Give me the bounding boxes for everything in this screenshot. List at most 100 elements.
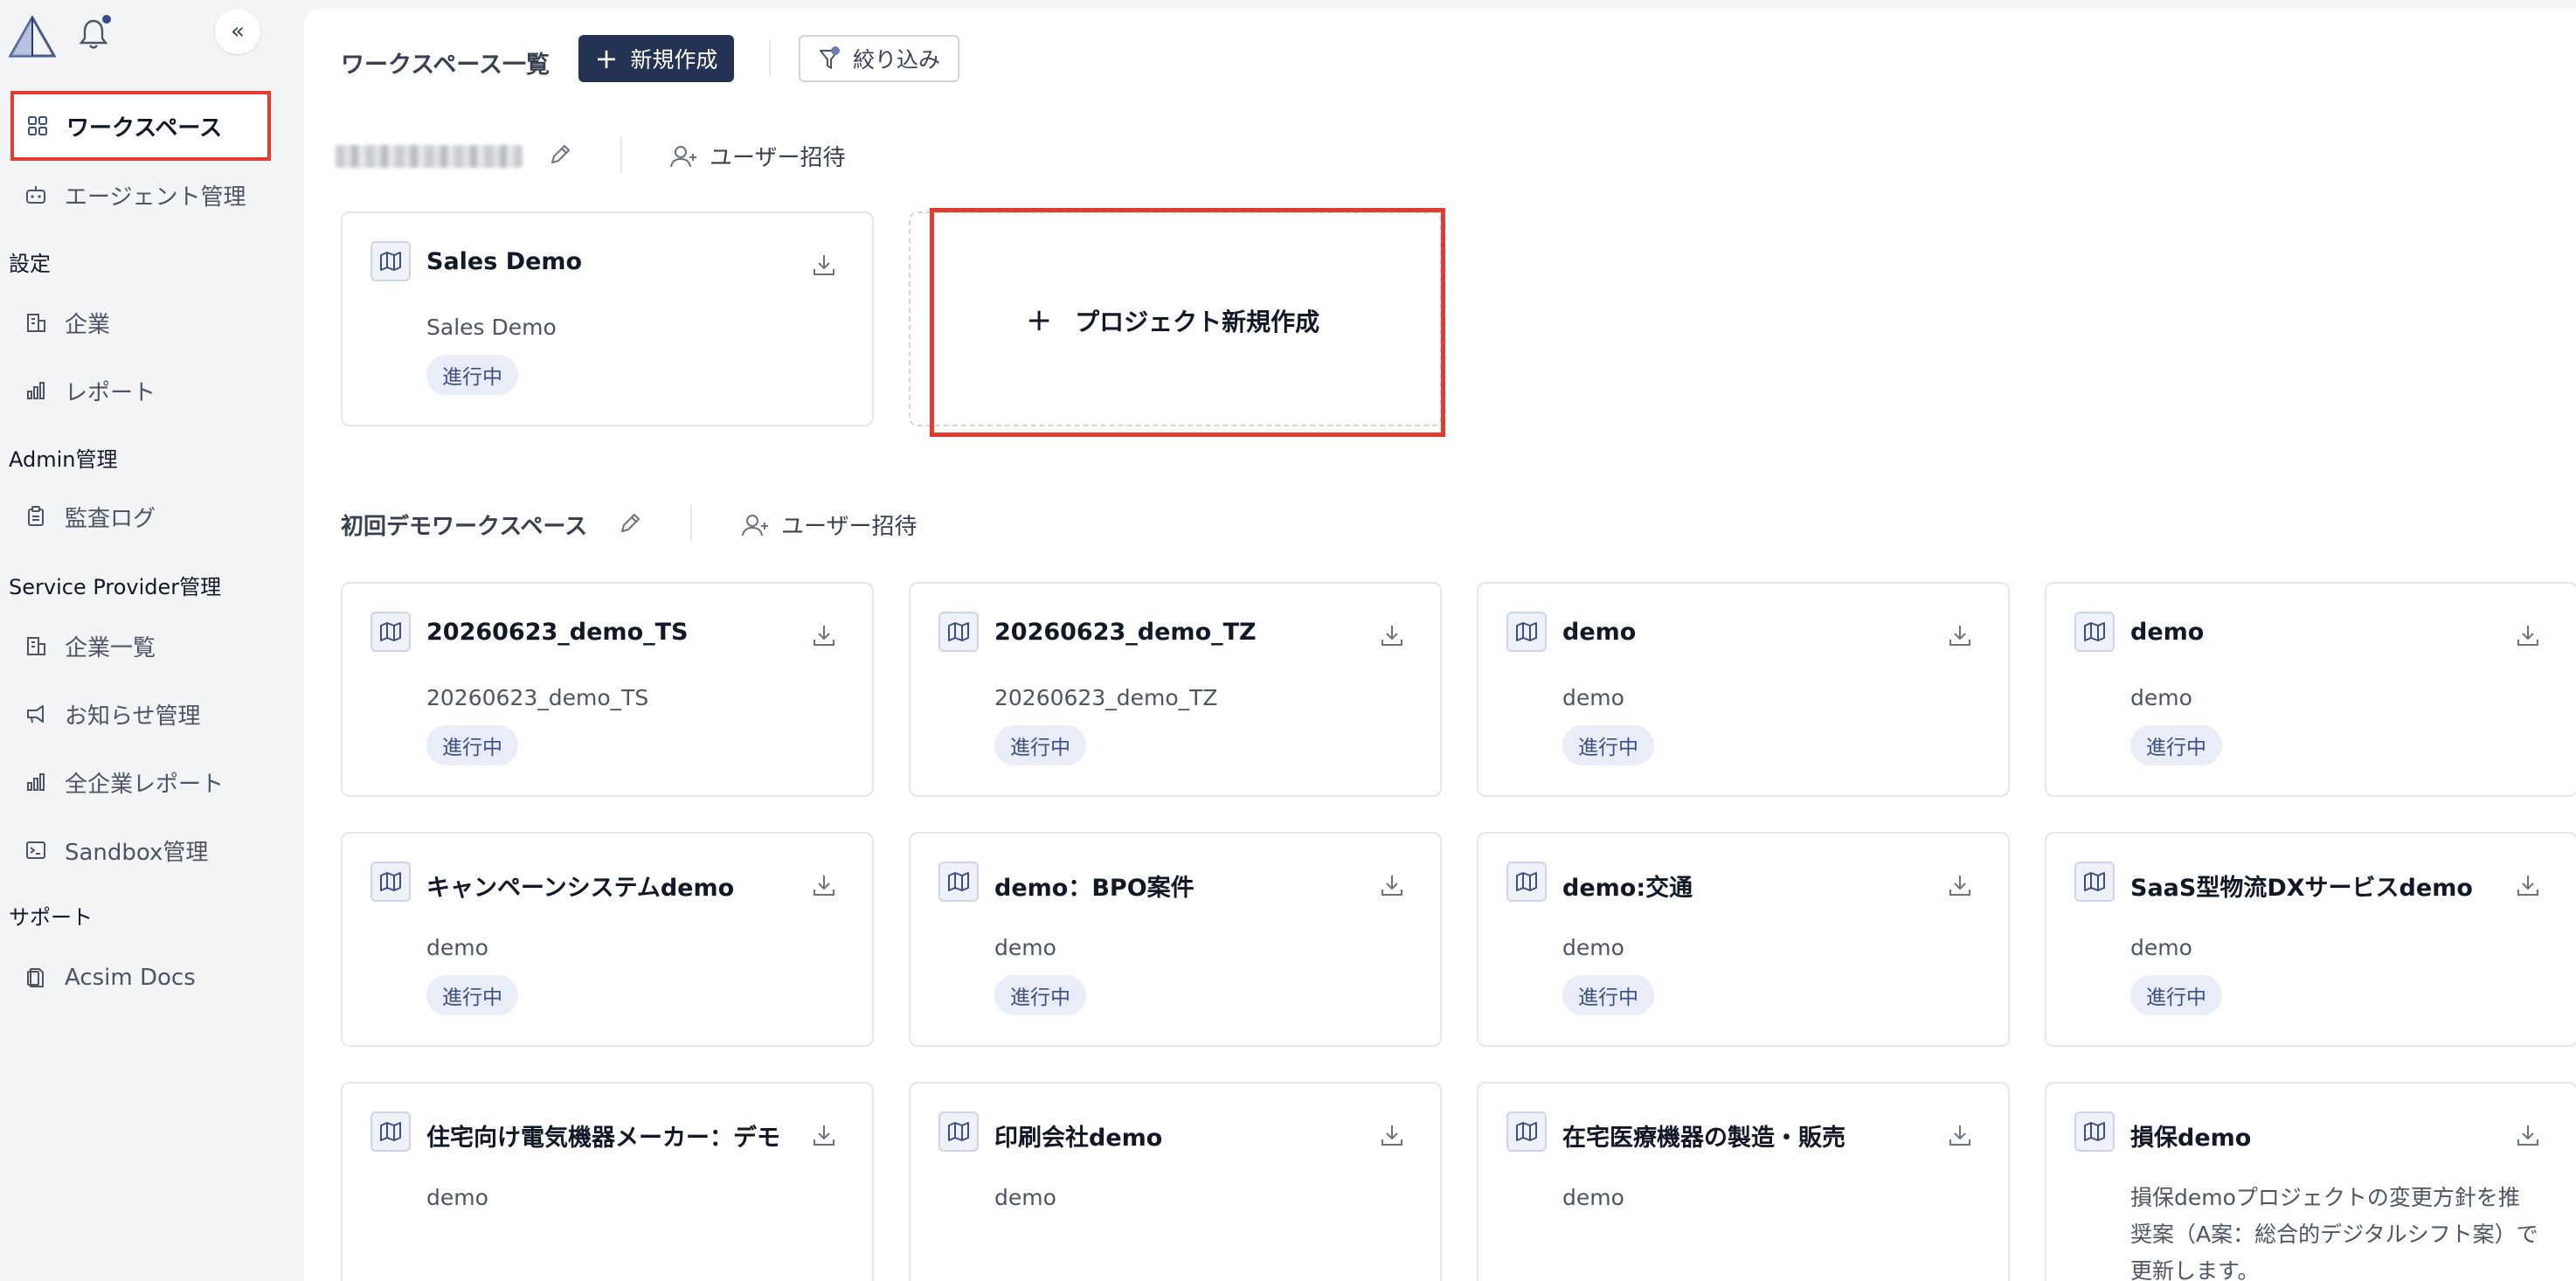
building-icon	[23, 633, 49, 659]
map-icon	[2074, 862, 2115, 902]
app-logo[interactable]	[9, 16, 56, 58]
sidebar-item-label: レポート	[65, 379, 156, 406]
section-label-service-provider: Service Provider管理	[9, 575, 222, 599]
map-icon	[370, 241, 411, 281]
project-title: キャンペーンシステムdemo	[426, 875, 735, 902]
terminal-icon	[23, 837, 49, 863]
edit-workspace-name-icon[interactable]	[617, 510, 643, 537]
project-title: 損保demo	[2130, 1125, 2252, 1152]
sidebar-item-agent-management[interactable]: エージェント管理	[9, 163, 271, 227]
invite-user-label: ユーザー招待	[781, 514, 918, 540]
project-card[interactable]: demo demo 進行中	[1477, 582, 2010, 797]
status-badge: 進行中	[1562, 975, 1654, 1015]
project-title: 在宅医療機器の製造・販売	[1562, 1125, 1845, 1152]
project-card[interactable]: SaaS型物流DXサービスdemo demo 進行中	[2045, 832, 2576, 1047]
sidebar-item-label: 企業一覧	[65, 634, 156, 661]
project-title: demo：BPO案件	[994, 875, 1195, 902]
workspace-name-redacted	[336, 145, 523, 168]
project-title: 住宅向け電気機器メーカー：デモ	[426, 1125, 780, 1152]
user-plus-icon	[742, 514, 768, 536]
download-icon[interactable]	[1379, 1122, 1405, 1148]
invite-user-label: ユーザー招待	[710, 145, 846, 171]
project-card[interactable]: 在宅医療機器の製造・販売 demo	[1477, 1082, 2010, 1281]
chevrons-left-icon: «	[231, 18, 245, 45]
status-badge: 進行中	[994, 975, 1086, 1015]
sidebar-item-acsim-docs[interactable]: Acsim Docs	[9, 945, 271, 1010]
project-description: demo	[1562, 685, 1624, 710]
download-icon[interactable]	[2515, 1122, 2541, 1148]
project-description: demo	[1562, 935, 1624, 960]
project-description: demo	[426, 1185, 488, 1210]
download-icon[interactable]	[1379, 622, 1405, 648]
download-icon[interactable]	[1947, 622, 1973, 648]
map-icon	[370, 862, 411, 902]
new-project-button[interactable]: + プロジェクト新規作成	[1026, 302, 1319, 338]
project-title: Sales Demo	[426, 248, 583, 275]
megaphone-icon	[23, 701, 49, 727]
map-icon	[2074, 1111, 2115, 1152]
project-description: demo	[994, 935, 1056, 960]
sidebar-item-workspace[interactable]: ワークスペース	[10, 91, 271, 161]
download-icon[interactable]	[1947, 872, 1973, 898]
notification-dot	[102, 15, 111, 24]
sidebar-item-audit-log[interactable]: 監査ログ	[9, 484, 271, 549]
project-card[interactable]: Sales Demo Sales Demo 進行中	[341, 211, 874, 426]
project-title: demo:交通	[1562, 875, 1693, 902]
project-card[interactable]: 20260623_demo_TS 20260623_demo_TS 進行中	[341, 582, 874, 797]
sidebar-item-label: 全企業レポート	[65, 771, 225, 798]
grid-icon	[24, 113, 51, 139]
project-card[interactable]: 住宅向け電気機器メーカー：デモ demo	[341, 1082, 874, 1281]
sidebar-item-report[interactable]: レポート	[9, 358, 271, 423]
building-icon	[23, 309, 49, 336]
download-icon[interactable]	[1379, 872, 1405, 898]
invite-user-button[interactable]: ユーザー招待	[741, 509, 917, 541]
project-card[interactable]: demo demo 進行中	[2045, 582, 2576, 797]
sidebar-item-all-company-report[interactable]: 全企業レポート	[9, 750, 271, 814]
status-badge: 進行中	[426, 725, 518, 765]
status-badge: 進行中	[2130, 975, 2222, 1015]
project-description: demo	[426, 935, 488, 960]
plus-icon: +	[1026, 302, 1053, 338]
status-badge: 進行中	[994, 725, 1086, 765]
download-icon[interactable]	[2515, 622, 2541, 648]
project-description: demo	[994, 1185, 1056, 1210]
download-icon[interactable]	[811, 1122, 837, 1148]
project-card[interactable]: 20260623_demo_TZ 20260623_demo_TZ 進行中	[909, 582, 1442, 797]
sidebar-item-sandbox[interactable]: Sandbox管理	[9, 818, 271, 883]
sidebar: « ワークスペース エージェント管理 設定 企業 レポート Admin管理 監査…	[0, 0, 304, 1281]
status-badge: 進行中	[2130, 725, 2222, 765]
sidebar-item-label: エージェント管理	[65, 183, 246, 211]
collapse-sidebar-button[interactable]: «	[215, 9, 260, 54]
download-icon[interactable]	[811, 252, 837, 278]
project-card[interactable]: 損保demo 損保demoプロジェクトの変更方針を推奨案（A案：総合的デジタルシフ…	[2045, 1082, 2576, 1281]
project-title: 印刷会社demo	[994, 1125, 1163, 1152]
sidebar-item-company[interactable]: 企業	[9, 290, 271, 355]
project-title: demo	[1562, 619, 1637, 646]
download-icon[interactable]	[2515, 872, 2541, 898]
project-description: 20260623_demo_TZ	[994, 685, 1218, 710]
edit-workspace-name-icon[interactable]	[547, 142, 573, 168]
clipboard-icon	[23, 503, 49, 530]
sidebar-item-company-list[interactable]: 企業一覧	[9, 613, 271, 678]
download-icon[interactable]	[811, 622, 837, 648]
filter-label: 絞り込み	[852, 47, 940, 73]
sidebar-item-label: ワークスペース	[66, 114, 223, 142]
filter-button[interactable]: 絞り込み	[799, 35, 959, 82]
project-card[interactable]: demo:交通 demo 進行中	[1477, 832, 2010, 1047]
download-icon[interactable]	[1947, 1122, 1973, 1148]
sidebar-item-announcements[interactable]: お知らせ管理	[9, 682, 271, 746]
project-description: demo	[1562, 1185, 1624, 1210]
map-icon	[370, 1111, 411, 1152]
map-icon	[938, 862, 979, 902]
project-card[interactable]: キャンペーンシステムdemo demo 進行中	[341, 832, 874, 1047]
bar-chart-icon	[23, 377, 49, 404]
new-workspace-button[interactable]: + 新規作成	[578, 35, 734, 82]
map-icon	[938, 612, 979, 652]
project-card[interactable]: demo：BPO案件 demo 進行中	[909, 832, 1442, 1047]
project-card[interactable]: 印刷会社demo demo	[909, 1082, 1442, 1281]
bar-chart-icon	[23, 769, 49, 795]
download-icon[interactable]	[811, 872, 837, 898]
invite-user-button[interactable]: ユーザー招待	[669, 140, 845, 172]
divider	[620, 136, 622, 173]
divider	[769, 40, 771, 77]
